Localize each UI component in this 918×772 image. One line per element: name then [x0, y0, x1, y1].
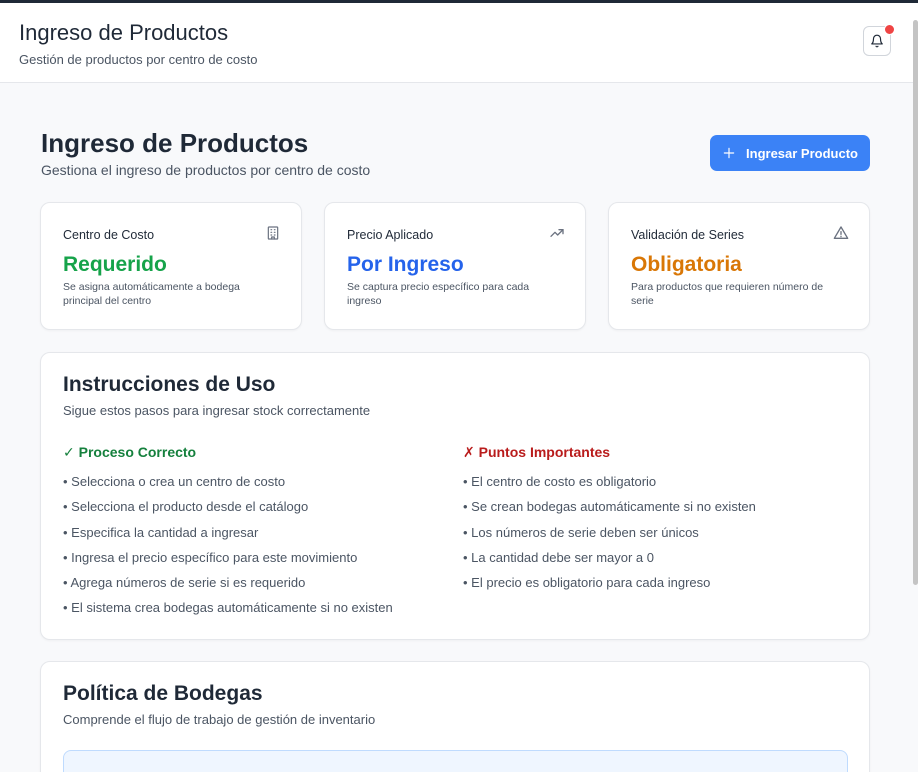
- building-icon: [267, 226, 279, 240]
- stat-value: Obligatoria: [631, 253, 742, 276]
- important-points-heading: ✗ Puntos Importantes: [463, 444, 611, 460]
- header-subtitle: Gestión de productos por centro de costo: [19, 52, 258, 67]
- list-item: • El precio es obligatorio para cada ing…: [463, 575, 711, 591]
- stat-label: Precio Aplicado: [347, 228, 434, 242]
- header-title: Ingreso de Productos: [19, 20, 229, 45]
- policy-card: Política de Bodegas Comprende el flujo d…: [40, 661, 870, 772]
- stat-description: Para productos que requieren número de s…: [631, 281, 824, 307]
- list-item: • La cantidad debe ser mayor a 0: [463, 549, 655, 565]
- list-item: • Selecciona el producto desde el catálo…: [63, 499, 309, 515]
- stat-label: Centro de Costo: [63, 228, 155, 242]
- list-item: • Agrega números de serie si es requerid…: [63, 575, 306, 591]
- alert-triangle-icon: [833, 226, 849, 239]
- stat-card-centro-costo: Centro de Costo Requerido Se asigna auto…: [40, 202, 302, 330]
- list-item: • El centro de costo es obligatorio: [463, 474, 657, 489]
- correct-process-list: • Selecciona o crea un centro de costo •…: [63, 473, 393, 625]
- stat-value: Requerido: [63, 253, 167, 276]
- list-item: • Ingresa el precio específico para este…: [63, 549, 358, 565]
- instructions-card: Instrucciones de Uso Sigue estos pasos p…: [40, 352, 870, 640]
- stat-card-validacion-series: Validación de Series Obligatoria Para pr…: [608, 202, 870, 330]
- stat-description: Se asigna automáticamente a bodega princ…: [63, 281, 240, 307]
- stat-label: Validación de Series: [631, 228, 745, 242]
- list-item: • Selecciona o crea un centro de costo: [63, 474, 286, 489]
- bell-icon: [871, 34, 883, 48]
- policy-info-box: [63, 750, 848, 772]
- notification-badge: [884, 24, 895, 35]
- correct-process-heading: ✓ Proceso Correcto: [63, 444, 197, 460]
- list-item: • Se crean bodegas automáticamente si no…: [463, 499, 756, 515]
- instructions-subtitle: Sigue estos pasos para ingresar stock co…: [63, 403, 371, 418]
- list-item: • El sistema crea bodegas automáticament…: [63, 600, 393, 616]
- stat-value: Por Ingreso: [347, 253, 464, 276]
- stat-description: Se captura precio específico para cada i…: [347, 281, 530, 307]
- policy-subtitle: Comprende el flujo de trabajo de gestión…: [63, 712, 376, 727]
- policy-title: Política de Bodegas: [63, 682, 263, 705]
- stat-card-precio-aplicado: Precio Aplicado Por Ingreso Se captura p…: [324, 202, 586, 330]
- scrollbar[interactable]: [913, 20, 918, 585]
- plus-icon: [723, 147, 735, 159]
- page-subtitle: Gestiona el ingreso de productos por cen…: [41, 162, 371, 178]
- page-title: Ingreso de Productos: [41, 128, 309, 158]
- list-item: • Los números de serie deben ser únicos: [463, 524, 699, 540]
- instructions-title: Instrucciones de Uso: [63, 373, 276, 396]
- important-points-list: • El centro de costo es obligatorio • Se…: [463, 473, 756, 599]
- ingresar-producto-button[interactable]: Ingresar Producto: [710, 135, 870, 171]
- trending-up-icon: [550, 229, 564, 237]
- app-header: Ingreso de Productos Gestión de producto…: [0, 3, 918, 83]
- list-item: • Especifica la cantidad a ingresar: [63, 524, 259, 540]
- ingresar-producto-label: Ingresar Producto: [746, 145, 858, 161]
